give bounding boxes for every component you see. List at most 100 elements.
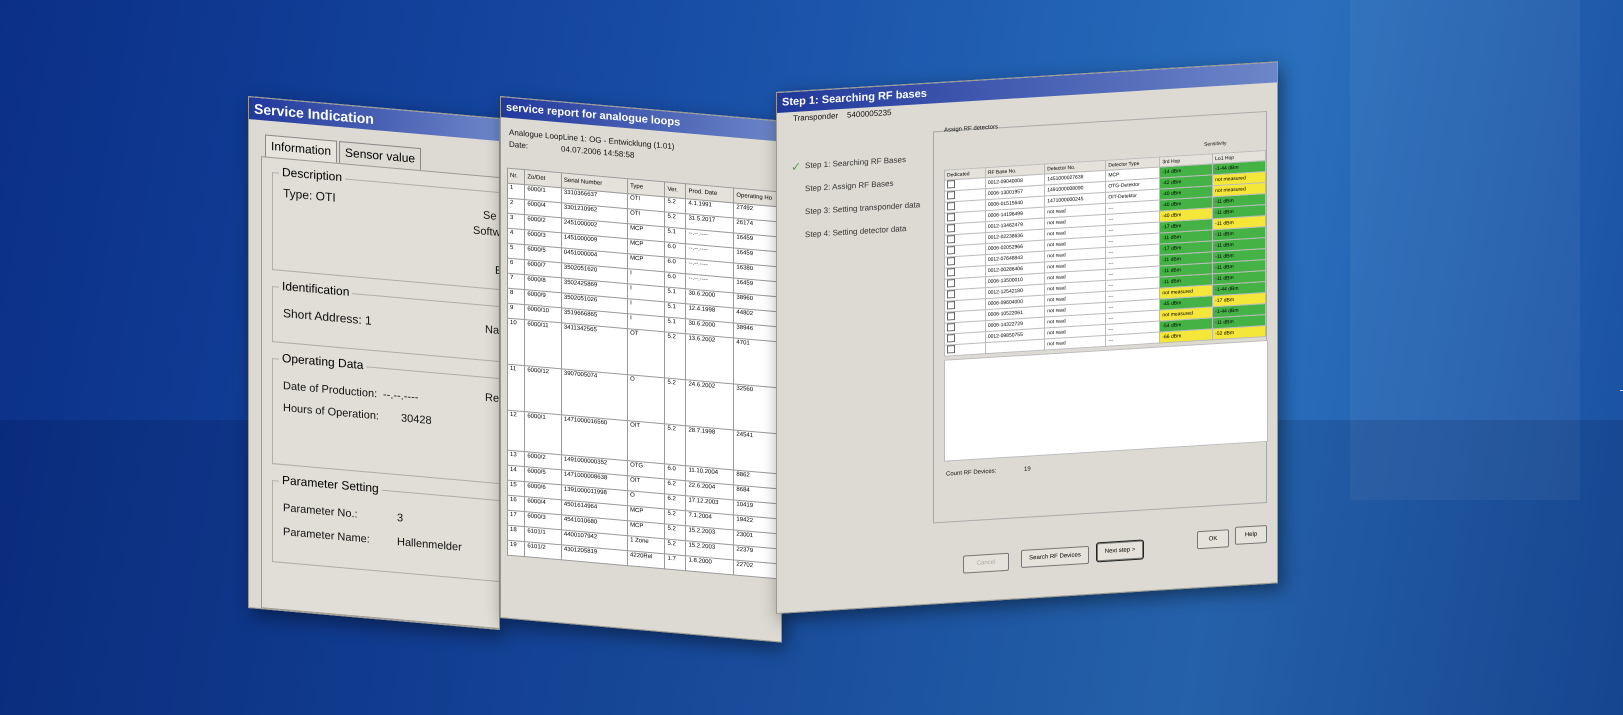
table-cell: 28.7.1998 [685,425,734,470]
service-report-window: service report for analogue loops Analog… [500,96,782,643]
table-body: 0012-09040008 1451000027638 MCP -14 dBm -1-4… [944,160,1266,357]
window-title: Step 1: Searching RF bases [777,62,1277,113]
window-title: Service Indication [249,97,499,141]
help-button[interactable]: Help [1235,524,1267,545]
type-text: Type: OTI [283,186,336,205]
search-rf-devices-button[interactable]: Search RF Devices [1021,545,1089,569]
table-cell: 7 [507,273,525,290]
parameter-name-label: Parameter Name: [283,526,370,546]
dedicated-checkbox[interactable] [947,213,955,222]
table-cell: 14 [507,465,525,482]
dedicated-checkbox[interactable] [947,323,955,332]
column-header: Nr. [507,168,525,185]
dedicated-checkbox[interactable] [947,246,955,255]
cancel-button[interactable]: Cancel [963,552,1009,574]
dedicated-checkbox[interactable] [947,290,955,299]
table-cell: 6 [507,258,525,275]
step-item: Step 2: Assign RF Bases [791,176,941,194]
step-label: Step 2: Assign RF Bases [805,178,894,194]
clipped-label: Softw [473,224,500,240]
next-step-button[interactable]: Next step > [1096,539,1144,563]
table-cell: 15 [507,480,525,497]
table-cell: 13.6.2002 [685,333,734,384]
step-item: Step 4: Setting detector data [791,222,941,240]
step-label: Step 3: Setting transponder data [805,200,921,217]
table-cell: 3411342565 [561,322,628,375]
service-report-table: Nr. Zo/Det Serial Number Type Ver. Prod. Date… [507,167,782,582]
table-cell: OIT [627,420,665,464]
table-cell: 4701 [733,337,782,389]
assign-label: Assign RF detectors [944,124,999,134]
transponder-label: Transponder [793,111,839,123]
table-cell: 6101/2 [524,541,562,560]
table-cell: 1471000016560 [561,414,628,461]
dedicated-checkbox[interactable] [947,312,955,321]
ok-button[interactable]: OK [1197,529,1229,550]
dedicated-checkbox[interactable] [947,268,955,277]
sensitivity-label: Sensitivity [1204,140,1227,148]
parameter-no-label: Parameter No.: [283,502,358,521]
parameter-setting-legend: Parameter Setting [279,472,382,496]
dedicated-checkbox[interactable] [947,301,955,310]
identification-group: Identification Short Address: 1 Na [272,278,500,364]
parameter-no-value: 3 [397,512,404,525]
table-cell: 12 [507,410,525,452]
hours-operation-value: 30428 [401,412,432,428]
description-legend: Description [279,164,346,185]
table-cell: 6000/1 [524,411,562,455]
short-address: Short Address: 1 [283,306,372,328]
table-cell: -52 dBm [1212,325,1266,340]
date-production-value: --.--.---- [383,388,419,404]
table-cell: 9 [507,303,525,320]
table-cell: 24.6.2002 [685,379,734,430]
table-cell: 8 [507,288,525,305]
dedicated-checkbox[interactable] [947,202,955,211]
background-scene: Service Indication Information Sensor va… [0,0,1623,715]
table-body: 16000/13310366637OTI5.24.1.1991274923026… [507,183,782,581]
description-group: Description Type: OTI Se Softw E [272,164,500,292]
step-label: Step 4: Setting detector data [805,224,907,240]
table-cell: 6000/11 [524,319,562,369]
table-cell: 5.2 [664,423,686,466]
dedicated-checkbox[interactable] [947,279,955,288]
table-cell: 32560 [733,383,782,435]
date-production-label: Date of Production: [283,380,378,401]
table-cell: 11 [507,364,525,412]
table-cell: 16 [507,495,525,512]
dedicated-checkbox[interactable] [947,224,955,233]
hours-operation-label: Hours of Operation: [283,402,379,423]
table-cell: 6000/12 [524,365,562,415]
table-cell: OT [627,328,665,378]
parameter-setting-group: Parameter Setting Parameter No.: 3 Param… [272,472,500,584]
dedicated-checkbox[interactable] [947,180,955,189]
table-cell: 17 [507,510,525,527]
table-cell: 4220Rel [627,550,665,569]
table-cell: --- [1105,332,1160,347]
step-item: ✓ Step 1: Searching RF Bases [791,153,941,174]
table-cell: 18 [507,525,525,542]
table-cell: 22702 [733,559,782,580]
parameter-name-value: Hallenmelder [397,536,462,554]
identification-legend: Identification [279,278,353,300]
dedicated-checkbox[interactable] [947,334,955,343]
dedicated-checkbox[interactable] [947,235,955,244]
date-label: Date: [509,139,529,151]
step-label: Step 1: Searching RF Bases [805,155,906,171]
count-rf-label: Count RF Devices: [946,468,997,478]
table-cell: -66 dBm [1159,328,1213,344]
table-empty-area [944,339,1268,462]
dedicated-checkbox[interactable] [947,191,955,200]
table-cell: 1.8.2000 [685,555,734,575]
information-panel: Description Type: OTI Se Softw E Identif… [261,156,500,631]
table-cell: 4 [507,228,525,245]
step-item: Step 3: Setting transponder data [791,199,941,217]
wizard-steps: ✓ Step 1: Searching RF Bases Step 2: Assi… [791,153,941,254]
dedicated-checkbox[interactable] [947,345,955,354]
service-indication-window: Service Indication Information Sensor va… [248,96,500,631]
dedicated-checkbox[interactable] [947,257,955,266]
table-cell: 1.7 [664,553,686,571]
rf-bases-table: Dedicated RF Base No. Detector No. Detector… [944,150,1266,357]
table-cell: not read [1044,335,1106,351]
table-cell: 5 [507,243,525,260]
clipped-label: Re [485,391,500,405]
